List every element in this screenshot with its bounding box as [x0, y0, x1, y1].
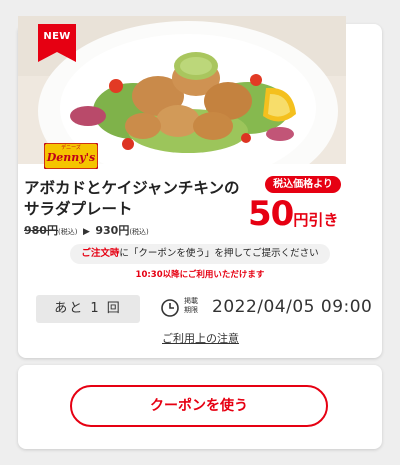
price-row: 980円(税込) ▶ 930円(税込) [24, 222, 149, 238]
brand-logo-kana: デニーズ [61, 145, 81, 151]
clock-icon [160, 298, 180, 318]
discount-unit: 円引き [293, 211, 339, 229]
order-notice-emphasis: ご注文時 [81, 248, 120, 259]
order-notice-text: に「クーポンを使う」を押してご提示ください [119, 248, 319, 259]
period-label-line1: 掲載 [184, 297, 198, 305]
period-label-line2: 期限 [184, 306, 198, 314]
new-price: 930円 [95, 224, 130, 237]
remaining-uses-badge: あと 1 回 [36, 295, 140, 323]
arrow-right-icon: ▶ [82, 227, 90, 237]
discount-amount: 50円引き [248, 194, 338, 234]
expiry-datetime: 2022/04/05 09:00 [212, 297, 373, 317]
brand-logo: デニーズ Denny's [43, 142, 99, 170]
discount-value: 50 [248, 194, 294, 234]
old-price: 980円 [24, 224, 58, 237]
terms-link[interactable]: ご利用上の注意 [162, 330, 239, 346]
new-badge-label: NEW [43, 31, 71, 42]
old-price-tax: (税込) [57, 228, 78, 236]
coupon-title-line1: アボカドとケイジャンチキンの [24, 179, 240, 197]
coupon-title: アボカドとケイジャンチキンの サラダプレート [24, 178, 254, 220]
order-notice: ご注文時に「クーポンを使う」を押してご提示ください [70, 244, 330, 264]
coupon-title-line2: サラダプレート [24, 200, 133, 218]
new-price-tax: (税込) [129, 228, 149, 236]
new-badge: NEW [38, 24, 76, 64]
brand-logo-text: Denny's [46, 151, 96, 164]
use-coupon-button[interactable]: クーポンを使う [70, 385, 328, 427]
tax-included-badge: 税込価格より [265, 176, 341, 193]
period-label: 掲載 期限 [184, 297, 198, 315]
availability-time-note: 10:30以降にご利用いただけます [135, 270, 265, 280]
